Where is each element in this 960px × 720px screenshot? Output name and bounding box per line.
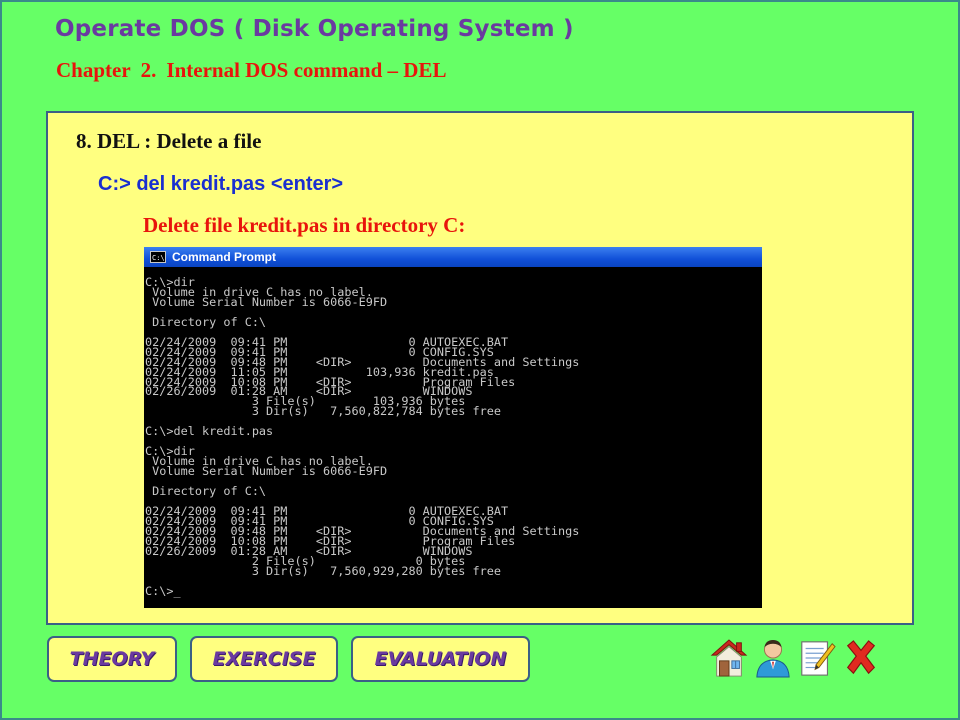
console-icon: C:\ [150, 251, 166, 263]
section-heading: 8. DEL : Delete a file [76, 129, 262, 153]
command-description: Delete file kredit.pas in directory C: [143, 213, 466, 237]
chapter-label: Chapter [56, 58, 131, 82]
chapter-heading: Chapter 2. Internal DOS command – DEL [56, 58, 456, 83]
command-prompt-window: C:\ Command Prompt C:\>dir Volume in dri… [144, 247, 762, 608]
evaluation-button[interactable]: EVALUATION [351, 636, 530, 682]
window-titlebar: C:\ Command Prompt [144, 247, 762, 267]
close-icon[interactable] [842, 637, 880, 679]
home-icon[interactable] [710, 637, 748, 679]
console-output: C:\>dir Volume in drive C has no label. … [145, 275, 580, 598]
notepad-icon[interactable] [798, 637, 836, 679]
chapter-topic: Internal DOS command – DEL [166, 58, 447, 82]
page-title: Operate DOS ( Disk Operating System ) [55, 16, 574, 42]
command-example: C:> del kredit.pas <enter> [98, 173, 344, 195]
theory-button[interactable]: THEORY [47, 636, 177, 682]
content-panel: 8. DEL : Delete a file C:> del kredit.pa… [46, 111, 914, 625]
exercise-button[interactable]: EXERCISE [190, 636, 338, 682]
user-icon[interactable] [754, 637, 792, 679]
chapter-number: 2. [140, 58, 157, 82]
window-title: Command Prompt [172, 250, 277, 264]
action-icons [710, 637, 880, 679]
